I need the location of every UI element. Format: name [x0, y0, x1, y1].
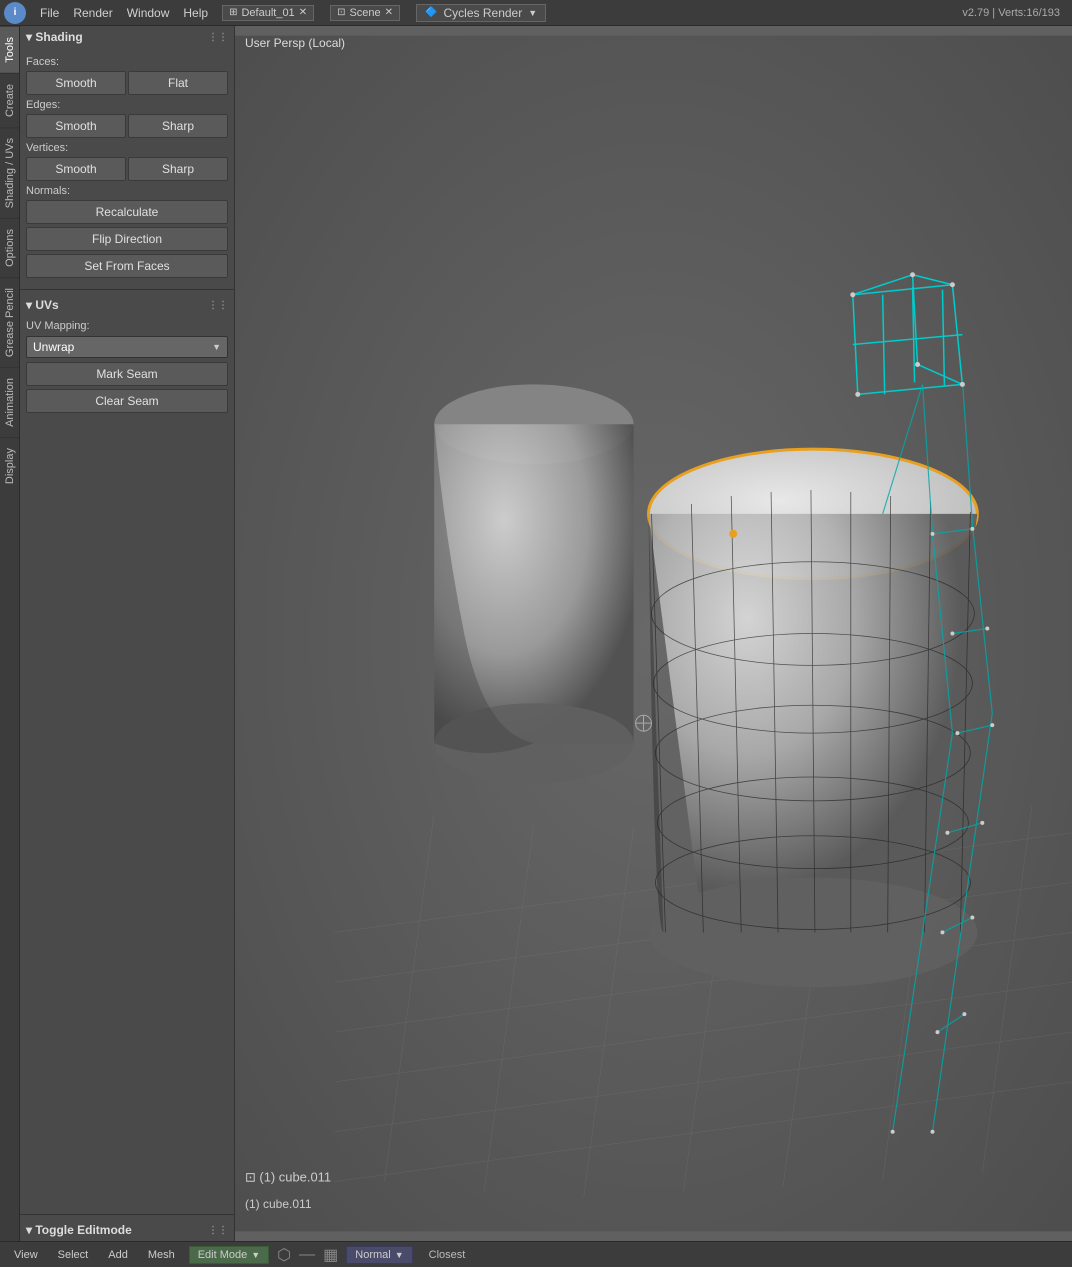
svg-text:⊡ (1) cube.011: ⊡ (1) cube.011	[245, 1170, 331, 1185]
status-text: Closest	[429, 1249, 466, 1261]
sidebar-tabs: Tools Create Shading / UVs Options Greas…	[0, 26, 20, 1241]
object-status: (1) cube.011	[245, 1197, 312, 1211]
blender-version: v2.79 | Verts:16/193	[962, 7, 1068, 19]
edges-label: Edges:	[26, 99, 228, 111]
scene-selector[interactable]: ⊡ Scene ✕	[330, 5, 400, 21]
sharp-vert-button[interactable]: Sharp	[128, 157, 228, 181]
scene-svg: ⊡ (1) cube.011	[235, 26, 1072, 1241]
normal-selector[interactable]: Normal ▼	[346, 1246, 412, 1264]
uv-mapping-label: UV Mapping:	[26, 320, 90, 332]
smooth-vert-button[interactable]: Smooth	[26, 157, 126, 181]
vertex-mode-icon[interactable]: ⬡	[277, 1245, 291, 1265]
bottom-bar: View Select Add Mesh Edit Mode ▼ ⬡ — ▦ N…	[0, 1241, 1072, 1267]
edges-buttons: Smooth Sharp	[26, 114, 228, 138]
tab-grease-pencil[interactable]: Grease Pencil	[0, 277, 19, 367]
clear-seam-button[interactable]: Clear Seam	[26, 389, 228, 413]
render-menu[interactable]: Render	[67, 4, 118, 22]
flip-direction-button[interactable]: Flip Direction	[26, 227, 228, 251]
perspective-label: User Persp (Local)	[245, 36, 345, 50]
tab-animation[interactable]: Animation	[0, 367, 19, 437]
top-bar: i File Render Window Help ⊞ Default_01 ✕…	[0, 0, 1072, 26]
smooth-edge-button[interactable]: Smooth	[26, 114, 126, 138]
mark-seam-button[interactable]: Mark Seam	[26, 362, 228, 386]
spacer	[20, 420, 234, 1210]
tab-tools[interactable]: Tools	[0, 26, 19, 73]
toggle-editmode-header[interactable]: ▾ Toggle Editmode ⋮⋮	[20, 1219, 234, 1241]
file-menu[interactable]: File	[34, 4, 65, 22]
unwrap-dropdown[interactable]: Unwrap ▼	[26, 336, 228, 358]
render-engine-selector[interactable]: 🔷 Cycles Render ▼	[416, 4, 546, 22]
smooth-face-button[interactable]: Smooth	[26, 71, 126, 95]
recalculate-button[interactable]: Recalculate	[26, 200, 228, 224]
add-menu[interactable]: Add	[102, 1247, 134, 1263]
shading-header[interactable]: ▾ Shading ⋮⋮	[20, 26, 234, 48]
main-content: Tools Create Shading / UVs Options Greas…	[0, 26, 1072, 1241]
viewport[interactable]: User Persp (Local)	[235, 26, 1072, 1241]
uvs-options-icon[interactable]: ⋮⋮	[208, 300, 228, 311]
sharp-edge-button[interactable]: Sharp	[128, 114, 228, 138]
divider-2	[20, 1214, 234, 1215]
tab-options[interactable]: Options	[0, 218, 19, 277]
tool-panel: ▾ Shading ⋮⋮ Faces: Smooth Flat Edges: S…	[20, 26, 235, 1241]
vertices-buttons: Smooth Sharp	[26, 157, 228, 181]
tab-shading-uvs[interactable]: Shading / UVs	[0, 127, 19, 218]
shading-content: Faces: Smooth Flat Edges: Smooth Sharp V…	[20, 48, 234, 285]
top-menu: File Render Window Help	[34, 4, 214, 22]
toggle-options-icon[interactable]: ⋮⋮	[208, 1225, 228, 1236]
blender-icon: i	[4, 2, 26, 24]
view-menu[interactable]: View	[8, 1247, 44, 1263]
select-menu[interactable]: Select	[52, 1247, 95, 1263]
flat-face-button[interactable]: Flat	[128, 71, 228, 95]
mesh-menu[interactable]: Mesh	[142, 1247, 181, 1263]
shading-options-icon[interactable]: ⋮⋮	[208, 32, 228, 43]
set-from-faces-button[interactable]: Set From Faces	[26, 254, 228, 278]
edit-mode-selector[interactable]: Edit Mode ▼	[189, 1246, 269, 1264]
faces-buttons: Smooth Flat	[26, 71, 228, 95]
faces-label: Faces:	[26, 56, 228, 68]
vertices-label: Vertices:	[26, 142, 228, 154]
window-menu[interactable]: Window	[121, 4, 176, 22]
help-menu[interactable]: Help	[177, 4, 214, 22]
uvs-content: UV Mapping: Unwrap ▼ Mark Seam Clear Sea…	[20, 316, 234, 420]
face-mode-icon[interactable]: ▦	[323, 1245, 338, 1265]
tab-create[interactable]: Create	[0, 73, 19, 127]
normals-label: Normals:	[26, 185, 228, 197]
uvs-header[interactable]: ▾ UVs ⋮⋮	[20, 294, 234, 316]
divider-1	[20, 289, 234, 290]
dropdown-arrow-icon: ▼	[212, 342, 221, 352]
edge-mode-icon[interactable]: —	[299, 1246, 315, 1264]
tab-display[interactable]: Display	[0, 437, 19, 494]
screen-selector[interactable]: ⊞ Default_01 ✕	[222, 5, 314, 21]
uv-mapping-row: UV Mapping:	[26, 320, 228, 332]
